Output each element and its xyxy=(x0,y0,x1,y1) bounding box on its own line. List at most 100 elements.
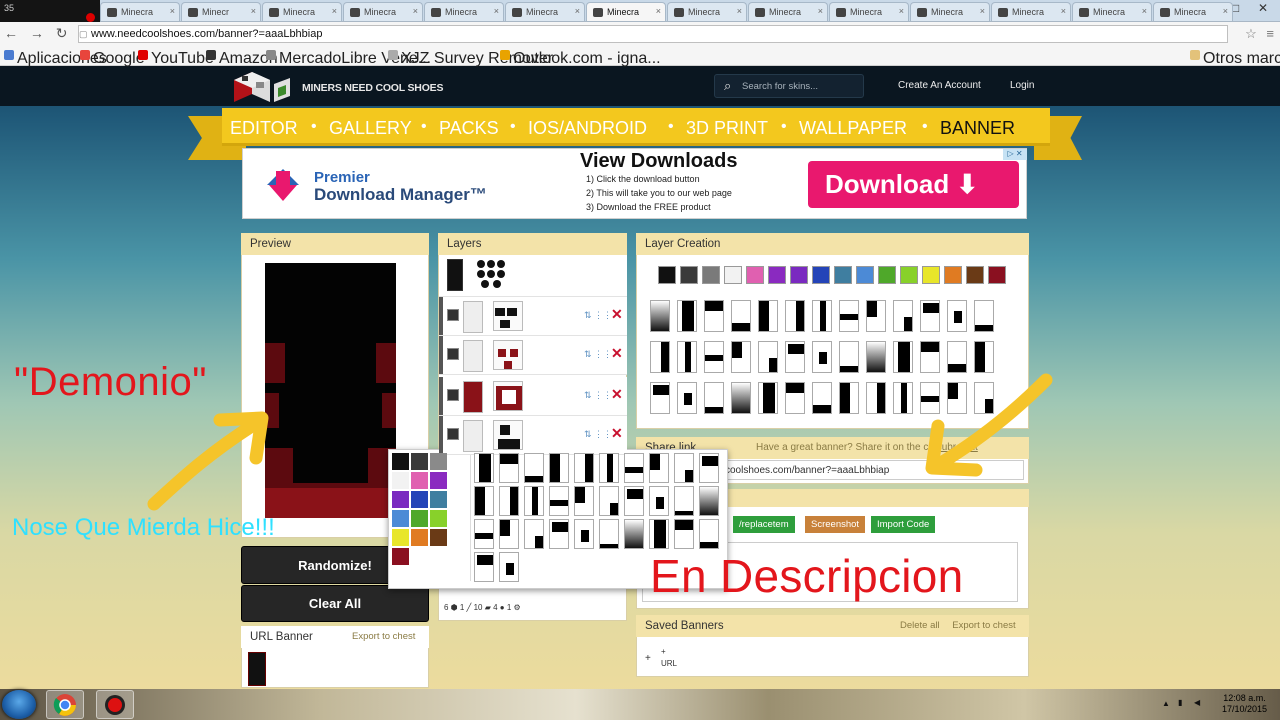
nav-item-packs[interactable]: PACKS xyxy=(439,118,499,139)
pattern-option[interactable] xyxy=(785,341,805,373)
chrome-taskbar-icon[interactable] xyxy=(46,690,84,719)
popup-pattern-option[interactable] xyxy=(674,486,694,516)
layer-move-icon[interactable]: ⇅ ⋮⋮ xyxy=(584,429,612,440)
browser-tab[interactable]: Minecra × xyxy=(100,2,180,21)
popup-color-swatch[interactable] xyxy=(392,472,409,489)
browser-tab[interactable]: Minecra × xyxy=(343,2,423,21)
tab-close-icon[interactable]: × xyxy=(494,6,499,16)
pattern-option[interactable] xyxy=(650,341,670,373)
palette-color-swatch[interactable] xyxy=(900,266,918,284)
popup-pattern-option[interactable] xyxy=(599,519,619,549)
pattern-option[interactable] xyxy=(650,300,670,332)
popup-pattern-option[interactable] xyxy=(524,519,544,549)
popup-pattern-option[interactable] xyxy=(549,453,569,483)
popup-color-swatch[interactable] xyxy=(392,548,409,565)
bookmark-item[interactable]: YouTube xyxy=(138,50,214,68)
network-icon[interactable]: ▮ xyxy=(1178,698,1182,707)
popup-pattern-option[interactable] xyxy=(624,519,644,549)
palette-color-swatch[interactable] xyxy=(966,266,984,284)
login-link[interactable]: Login xyxy=(1010,80,1034,91)
popup-pattern-option[interactable] xyxy=(524,453,544,483)
popup-pattern-option[interactable] xyxy=(474,552,494,582)
palette-color-swatch[interactable] xyxy=(922,266,940,284)
palette-color-swatch[interactable] xyxy=(658,266,676,284)
code-button[interactable]: Import Code xyxy=(871,516,936,533)
saved-banner-thumb[interactable]: + + URL xyxy=(645,647,677,675)
popup-pattern-option[interactable] xyxy=(474,519,494,549)
layer-visibility-icon[interactable] xyxy=(447,309,459,321)
nav-item-gallery[interactable]: GALLERY xyxy=(329,118,412,139)
palette-color-swatch[interactable] xyxy=(944,266,962,284)
layer-visibility-icon[interactable] xyxy=(447,348,459,360)
popup-color-swatch[interactable] xyxy=(411,453,428,470)
browser-tab[interactable]: Minecra × xyxy=(748,2,828,21)
taskbar-clock[interactable]: 12:08 a.m. 17/10/2015 xyxy=(1222,693,1267,715)
skin-search-input[interactable]: ⌕ Search for skins... xyxy=(714,74,864,98)
pattern-option[interactable] xyxy=(677,382,697,414)
pattern-option[interactable] xyxy=(812,300,832,332)
layer-base-row[interactable] xyxy=(439,255,627,297)
url-banner-thumbnail[interactable] xyxy=(248,652,266,686)
ad-download-button[interactable]: Download ⬇ xyxy=(808,161,1019,208)
tab-close-icon[interactable]: × xyxy=(251,6,256,16)
popup-pattern-option[interactable] xyxy=(549,519,569,549)
palette-color-swatch[interactable] xyxy=(746,266,764,284)
browser-tab[interactable]: Minecra × xyxy=(667,2,747,21)
other-bookmarks[interactable]: Otros marcadores xyxy=(1190,50,1280,68)
popup-pattern-option[interactable] xyxy=(499,453,519,483)
pattern-option[interactable] xyxy=(650,382,670,414)
nav-item-banner[interactable]: BANNER xyxy=(940,118,1015,139)
popup-color-swatch[interactable] xyxy=(411,491,428,508)
clear-all-button[interactable]: Clear All xyxy=(241,585,429,622)
tab-close-icon[interactable]: × xyxy=(980,6,985,16)
layer-row[interactable]: ⇅ ⋮⋮ ✕ xyxy=(439,377,627,416)
tab-close-icon[interactable]: × xyxy=(818,6,823,16)
pattern-option[interactable] xyxy=(704,341,724,373)
code-button[interactable]: Screenshot xyxy=(805,516,866,533)
palette-color-swatch[interactable] xyxy=(702,266,720,284)
pattern-option[interactable] xyxy=(812,341,832,373)
popup-color-swatch[interactable] xyxy=(430,529,447,546)
browser-tab[interactable]: Minecra × xyxy=(910,2,990,21)
address-bar[interactable]: ▢ www.needcoolshoes.com/banner?=aaaLbhbi… xyxy=(78,25,1228,43)
site-logo-icon[interactable] xyxy=(230,68,292,108)
start-button-icon[interactable] xyxy=(2,690,36,719)
reload-icon[interactable]: ↻ xyxy=(56,25,68,41)
popup-color-swatch[interactable] xyxy=(411,529,428,546)
browser-tab[interactable]: Minecra × xyxy=(424,2,504,21)
popup-pattern-option[interactable] xyxy=(474,486,494,516)
tab-close-icon[interactable]: × xyxy=(1142,6,1147,16)
pattern-option[interactable] xyxy=(893,341,913,373)
layer-delete-icon[interactable]: ✕ xyxy=(611,425,623,442)
pattern-option[interactable] xyxy=(758,382,778,414)
browser-tab[interactable]: Minecra × xyxy=(586,2,666,21)
popup-color-swatch[interactable] xyxy=(430,491,447,508)
browser-tab[interactable]: Minecra × xyxy=(829,2,909,21)
browser-tab[interactable]: Minecra × xyxy=(262,2,342,21)
popup-pattern-option[interactable] xyxy=(574,453,594,483)
pattern-option[interactable] xyxy=(947,341,967,373)
layer-drag-bar[interactable] xyxy=(439,416,443,454)
popup-color-swatch[interactable] xyxy=(392,491,409,508)
star-icon[interactable]: ☆ xyxy=(1245,26,1257,41)
pattern-option[interactable] xyxy=(866,382,886,414)
browser-tab[interactable]: Minecra × xyxy=(505,2,585,21)
pattern-option[interactable] xyxy=(704,300,724,332)
popup-pattern-option[interactable] xyxy=(599,453,619,483)
pattern-option[interactable] xyxy=(731,300,751,332)
tab-close-icon[interactable]: × xyxy=(1223,6,1228,16)
palette-color-swatch[interactable] xyxy=(856,266,874,284)
layer-move-icon[interactable]: ⇅ ⋮⋮ xyxy=(584,349,612,360)
pattern-option[interactable] xyxy=(839,300,859,332)
popup-pattern-option[interactable] xyxy=(674,519,694,549)
popup-color-swatch[interactable] xyxy=(392,453,409,470)
pattern-option[interactable] xyxy=(677,341,697,373)
site-brand[interactable]: MINERS NEED COOL SHOES xyxy=(302,82,443,94)
layer-visibility-icon[interactable] xyxy=(447,389,459,401)
popup-pattern-option[interactable] xyxy=(649,486,669,516)
popup-color-swatch[interactable] xyxy=(411,510,428,527)
layer-visibility-icon[interactable] xyxy=(447,428,459,440)
back-icon[interactable]: ← xyxy=(4,25,18,41)
pattern-option[interactable] xyxy=(704,382,724,414)
tab-close-icon[interactable]: × xyxy=(332,6,337,16)
